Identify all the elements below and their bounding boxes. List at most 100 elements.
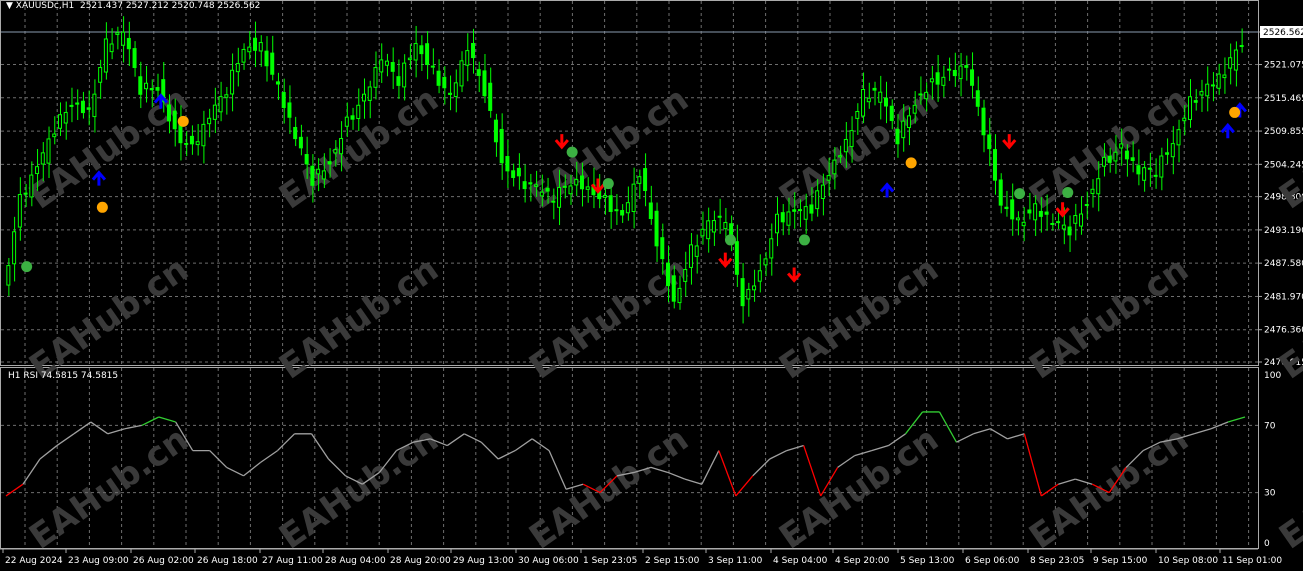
chart-canvas[interactable]: 2521.0752515.4652509.8552504.2452498.800… bbox=[0, 0, 1303, 571]
x-tick-label: 30 Aug 06:00 bbox=[518, 556, 579, 566]
rsi-segment bbox=[718, 450, 737, 497]
candle-body bbox=[235, 63, 240, 73]
candle-body bbox=[906, 115, 911, 129]
candle-body bbox=[786, 211, 791, 226]
rsi-segment bbox=[752, 458, 771, 477]
candle-body bbox=[316, 168, 321, 175]
rsi-segment bbox=[1007, 433, 1025, 440]
candle-body bbox=[941, 76, 946, 86]
candle-body bbox=[184, 142, 189, 145]
candle-body bbox=[516, 167, 521, 177]
candle-body bbox=[1073, 215, 1078, 224]
candle-body bbox=[12, 231, 17, 265]
candle-body bbox=[293, 126, 298, 140]
candle-body bbox=[1222, 74, 1227, 79]
candle-body bbox=[80, 100, 85, 114]
rsi-segment bbox=[90, 421, 109, 435]
candle-body bbox=[29, 174, 34, 198]
x-tick-label: 22 Aug 2024 bbox=[5, 556, 63, 566]
candle-body bbox=[964, 65, 969, 68]
candle-body bbox=[654, 210, 659, 247]
candle-body bbox=[551, 200, 556, 203]
rsi-segment bbox=[73, 421, 92, 435]
candle-body bbox=[666, 262, 671, 287]
green-dot-marker bbox=[21, 261, 33, 273]
candle-body bbox=[362, 93, 367, 102]
candle-body bbox=[608, 195, 613, 212]
rsi-segment bbox=[141, 416, 160, 426]
candle-body bbox=[866, 97, 871, 103]
candle-body bbox=[1033, 203, 1038, 221]
green-dot-marker bbox=[1062, 186, 1074, 198]
candle-body bbox=[872, 87, 877, 91]
x-tick-label: 5 Sep 13:00 bbox=[900, 556, 955, 566]
candle-body bbox=[310, 165, 315, 186]
watermark: EAHub.cn bbox=[772, 249, 946, 387]
x-tick-label: 2 Sep 15:00 bbox=[645, 556, 700, 566]
candle-body bbox=[98, 67, 103, 83]
candle-body bbox=[643, 168, 648, 192]
candle-body bbox=[470, 42, 475, 59]
x-tick-label: 3 Sep 11:00 bbox=[708, 556, 763, 566]
candle-body bbox=[367, 86, 372, 101]
candle-body bbox=[436, 70, 441, 86]
candle-body bbox=[212, 104, 217, 120]
watermark: EAHub.cn bbox=[522, 419, 696, 557]
candle-body bbox=[855, 111, 860, 119]
candle-body bbox=[384, 60, 389, 66]
candle-body bbox=[425, 43, 430, 66]
rsi-segment bbox=[310, 433, 330, 460]
x-tick-label: 9 Sep 15:00 bbox=[1093, 556, 1148, 566]
candle-body bbox=[585, 186, 590, 190]
x-tick-label: 29 Aug 13:00 bbox=[453, 556, 514, 566]
candle-body bbox=[327, 161, 332, 165]
candle-body bbox=[493, 119, 498, 143]
rsi-segment bbox=[39, 445, 58, 460]
x-tick-label: 4 Sep 20:00 bbox=[835, 556, 890, 566]
candle-body bbox=[935, 72, 940, 85]
candle-body bbox=[528, 182, 533, 185]
candle-body bbox=[390, 62, 395, 72]
candle-body bbox=[109, 43, 114, 53]
rsi-segment bbox=[260, 450, 278, 463]
candle-body bbox=[740, 278, 745, 307]
candle-body bbox=[992, 149, 997, 181]
candle-body bbox=[975, 90, 980, 107]
rsi-segment bbox=[480, 441, 499, 460]
candle-body bbox=[6, 265, 11, 286]
candle-body bbox=[40, 152, 45, 165]
candle-body bbox=[614, 209, 619, 212]
y-tick-label: 2515.465 bbox=[1264, 94, 1303, 104]
candle-body bbox=[75, 102, 80, 105]
candle-body bbox=[505, 156, 510, 172]
y-tick-label: 2487.580 bbox=[1264, 259, 1303, 269]
candle-body bbox=[241, 48, 246, 63]
candle-body bbox=[918, 93, 923, 96]
rsi-segment bbox=[803, 445, 822, 497]
candle-body bbox=[947, 68, 952, 71]
rsi-segment bbox=[1023, 433, 1042, 497]
candle-body bbox=[1188, 96, 1193, 121]
candle-body bbox=[545, 187, 550, 192]
candle-body bbox=[792, 209, 797, 212]
candle-body bbox=[1199, 91, 1204, 96]
candle-body bbox=[1027, 209, 1032, 214]
orange-dot-marker bbox=[96, 201, 108, 213]
candle-body bbox=[723, 221, 728, 230]
green-dot-marker bbox=[798, 234, 810, 246]
watermark: EAHub.cn bbox=[272, 249, 446, 387]
candle-body bbox=[769, 238, 774, 259]
candle-body bbox=[1004, 206, 1009, 210]
candle-body bbox=[625, 202, 630, 214]
candle-body bbox=[1061, 224, 1066, 230]
candle-body bbox=[677, 287, 682, 304]
watermark: EAHub.cn bbox=[22, 249, 196, 387]
candle-body bbox=[488, 82, 493, 111]
y-tick-label: 2481.970 bbox=[1264, 292, 1303, 302]
candle-body bbox=[344, 116, 349, 127]
candle-body bbox=[138, 76, 143, 95]
low-value: 2520.748 bbox=[171, 1, 215, 11]
watermark: EAHub.cn bbox=[1272, 419, 1303, 557]
candle-body bbox=[757, 270, 762, 282]
candle-body bbox=[557, 187, 562, 208]
